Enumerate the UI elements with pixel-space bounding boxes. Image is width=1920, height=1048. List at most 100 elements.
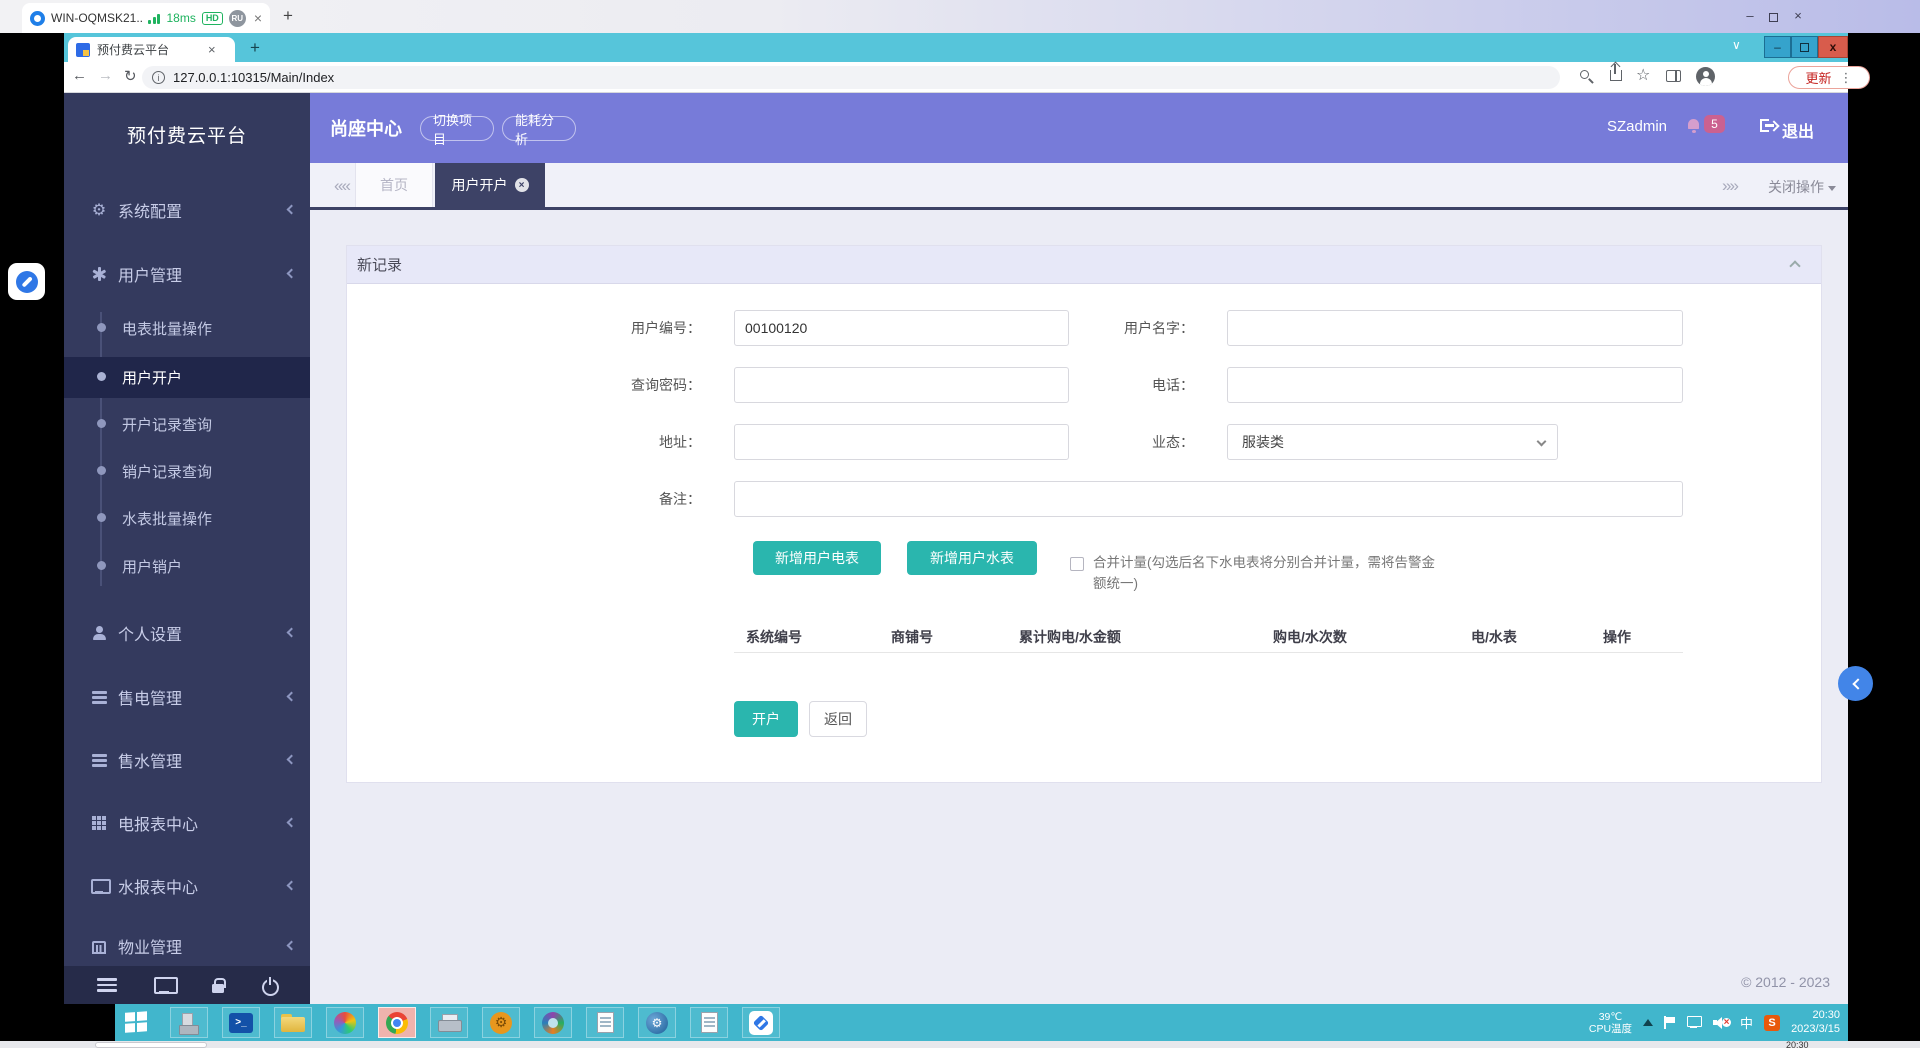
rdp-close-button[interactable]: × (1788, 8, 1808, 23)
back-button[interactable]: 返回 (809, 701, 867, 737)
bookmark-star-icon[interactable]: ☆ (1636, 65, 1650, 85)
phone-input[interactable] (1227, 367, 1683, 403)
sogou-ime-icon[interactable]: S (1764, 1015, 1780, 1031)
business-type-select[interactable]: 服装类 (1227, 424, 1558, 460)
logout-button[interactable]: 退出 (1782, 118, 1814, 142)
share-icon[interactable] (1610, 70, 1622, 81)
sidebar-subitem-open-record-query[interactable]: 开户记录查询 (64, 404, 310, 444)
volume-muted-icon[interactable]: × (1713, 1016, 1729, 1029)
merge-metering-label: 合并计量(勾选后名下水电表将分别合并计量，需将告警金额统一) (1093, 552, 1445, 594)
hd-quality-badge[interactable]: HD (202, 12, 223, 25)
window-restore-button[interactable] (1791, 36, 1818, 58)
power-icon[interactable] (262, 978, 277, 993)
browser-tab[interactable]: 预付费云平台 × (68, 37, 235, 62)
browser-new-tab-button[interactable]: + (250, 38, 260, 58)
browser-tab-close-icon[interactable]: × (208, 42, 216, 57)
taskbar-chrome-icon[interactable] (378, 1007, 416, 1038)
cpu-temp-readout[interactable]: 39℃ CPU温度 (1589, 1011, 1632, 1035)
sidebar-item-water-report-center[interactable]: 水报表中心 (64, 866, 310, 906)
lock-icon[interactable] (211, 978, 225, 993)
host-search-box[interactable] (95, 1042, 207, 1048)
collapse-chevron-icon[interactable] (1789, 260, 1800, 271)
add-water-meter-button[interactable]: 新增用户水表 (907, 541, 1037, 575)
open-account-button[interactable]: 开户 (734, 701, 798, 737)
sidebar-item-sell-electricity[interactable]: 售电管理 (64, 677, 310, 717)
taskbar-admin-tools-icon[interactable]: ⚙ (638, 1007, 676, 1038)
window-minimize-button[interactable]: – (1764, 36, 1791, 58)
sidebar-subitem-water-batch[interactable]: 水表批量操作 (64, 498, 310, 538)
side-panel-icon[interactable] (1666, 70, 1681, 82)
rdp-new-tab-button[interactable]: + (283, 6, 293, 26)
tray-clock[interactable]: 20:30 2023/3/15 (1791, 1009, 1840, 1036)
chrome-update-button[interactable]: 更新 ⋮ (1788, 66, 1870, 89)
merge-metering-checkbox[interactable] (1070, 557, 1084, 571)
tab-home[interactable]: 首页 (355, 163, 433, 207)
taskbar-paint-app-icon[interactable] (534, 1007, 572, 1038)
sidebar-subitem-meter-batch[interactable]: 电表批量操作 (64, 308, 310, 348)
taskbar-print-manager-icon[interactable] (430, 1007, 468, 1038)
sidebar-subitem-user-close-account[interactable]: 用户销户 (64, 546, 310, 586)
reload-icon[interactable]: ↻ (124, 67, 137, 85)
tab-user-open-account[interactable]: 用户开户 × (435, 163, 545, 207)
sidebar-item-user-mgmt[interactable]: 用户管理 (64, 254, 310, 294)
side-dock-toggle-button[interactable] (1838, 666, 1873, 701)
network-icon[interactable] (1687, 1016, 1702, 1029)
col-meter: 电/水表 (1471, 627, 1517, 647)
taskbar-todesk-icon[interactable] (742, 1007, 780, 1038)
window-close-button[interactable]: x (1818, 36, 1848, 58)
monitor-icon[interactable] (154, 977, 174, 994)
col-system-no: 系统编号 (746, 627, 802, 647)
remark-input[interactable] (734, 481, 1683, 517)
sidebar-item-elec-report-center[interactable]: 电报表中心 (64, 803, 310, 843)
tabs-scroll-left-icon[interactable]: «« (334, 176, 349, 196)
taskbar-document-icon[interactable] (690, 1007, 728, 1038)
session-avatar-badge[interactable]: RU (229, 10, 246, 27)
start-button[interactable] (125, 1011, 148, 1033)
rdp-tab-close-icon[interactable]: × (254, 11, 262, 25)
taskbar-color-app-icon[interactable] (326, 1007, 364, 1038)
hamburger-icon[interactable] (97, 978, 117, 992)
sidebar-item-sell-water[interactable]: 售水管理 (64, 740, 310, 780)
menu-kebab-icon[interactable]: ⋮ (1840, 70, 1853, 86)
meter-table-header-row: 系统编号 商铺号 累计购电/水金额 购电/水次数 电/水表 操作 (734, 623, 1683, 653)
sidebar-subitem-label: 用户销户 (122, 556, 182, 577)
zoom-icon[interactable] (1580, 70, 1589, 79)
notification-badge[interactable]: 5 (1704, 115, 1725, 133)
energy-analysis-button[interactable]: 能耗分析 (502, 116, 576, 141)
tray-expand-icon[interactable] (1643, 1019, 1653, 1026)
monitor-icon (90, 879, 108, 898)
todesk-floating-ball[interactable] (8, 263, 45, 300)
caret-down-icon (1828, 186, 1836, 191)
taskbar-notepad-icon[interactable] (586, 1007, 624, 1038)
app-header: 尚座中心 切换项目 能耗分析 SZadmin 5 退出 (310, 93, 1848, 163)
bell-icon[interactable] (1688, 119, 1699, 129)
sidebar-item-property-mgmt[interactable]: 物业管理 (64, 926, 310, 966)
tabs-scroll-right-icon[interactable]: »» (1722, 176, 1737, 196)
ime-indicator[interactable]: 中 (1740, 1013, 1753, 1032)
titlebar-chevron-icon[interactable]: ∨ (1732, 38, 1741, 52)
rdp-minimize-button[interactable]: – (1740, 8, 1760, 23)
taskbar-file-explorer-icon[interactable] (274, 1007, 312, 1038)
forward-icon[interactable]: → (98, 67, 113, 84)
profile-avatar-icon[interactable] (1696, 67, 1715, 86)
tab-close-icon[interactable]: × (515, 178, 529, 192)
back-icon[interactable]: ← (72, 67, 87, 84)
sidebar-subitem-user-open-account[interactable]: 用户开户 (64, 357, 310, 398)
rdp-restore-button[interactable] (1763, 10, 1783, 25)
taskbar-powershell-icon[interactable]: >_ (222, 1007, 260, 1038)
action-center-flag-icon[interactable] (1664, 1016, 1676, 1029)
sidebar-item-personal-settings[interactable]: 个人设置 (64, 613, 310, 653)
rdp-session-tab[interactable]: WIN-OQMSK21... 18ms HD RU × (22, 3, 270, 33)
address-bar[interactable]: i 127.0.0.1:10315/Main/Index (142, 66, 1560, 89)
close-operations-dropdown[interactable]: 关闭操作 (1768, 177, 1836, 197)
sidebar-item-label: 电报表中心 (118, 811, 198, 835)
add-elec-meter-button[interactable]: 新增用户电表 (753, 541, 881, 575)
taskbar-settings-gear-icon[interactable]: ⚙ (482, 1007, 520, 1038)
user-name-input[interactable] (1227, 310, 1683, 346)
switch-project-button[interactable]: 切换项目 (420, 116, 494, 141)
sidebar-subitem-close-record-query[interactable]: 销户记录查询 (64, 451, 310, 491)
taskbar-server-manager-icon[interactable] (170, 1007, 208, 1038)
sidebar-item-system-config[interactable]: ⚙ 系统配置 (64, 190, 310, 230)
chevron-down-icon (1537, 437, 1547, 447)
site-info-icon[interactable]: i (152, 71, 165, 84)
